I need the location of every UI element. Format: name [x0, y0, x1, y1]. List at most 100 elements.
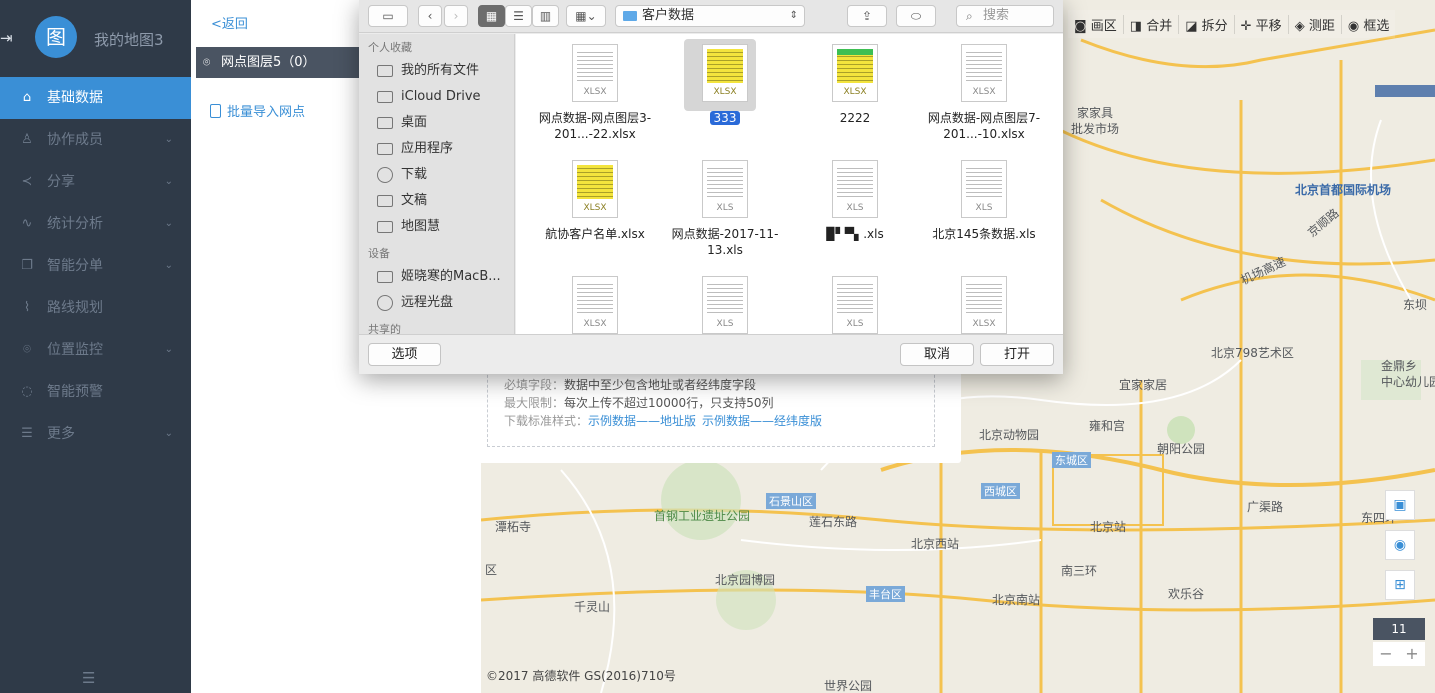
- spreadsheet-file-icon: XLSX: [961, 276, 1007, 334]
- file-item[interactable]: XLS 北京145条数据.xls: [919, 160, 1049, 242]
- sidebar-item-0[interactable]: ⌂ 基础数据: [0, 77, 191, 119]
- file-item[interactable]: XLSX 网点数据-网点图层3-201...-22.xlsx: [530, 44, 660, 142]
- options-button[interactable]: 选项: [368, 343, 441, 366]
- search-field[interactable]: ⌕ 搜索: [956, 5, 1054, 27]
- file-item[interactable]: XLS: [790, 276, 920, 334]
- thumbnail-preview: [966, 165, 1002, 199]
- devices-header: 设备: [368, 247, 390, 260]
- sidebar-item-5[interactable]: ⌇ 路线规划: [0, 287, 191, 329]
- download-icon: [377, 167, 393, 183]
- finder-item-6[interactable]: 地图慧: [359, 214, 514, 240]
- icon-view-button[interactable]: ▦: [478, 5, 505, 27]
- sidebar-item-7[interactable]: ◌ 智能预警: [0, 371, 191, 413]
- tool-icon: ◙: [1074, 18, 1091, 34]
- file-item[interactable]: XLS ▉▘▀▖.xls: [790, 160, 920, 242]
- toolbar-button-5[interactable]: ◉ 框选: [1342, 15, 1396, 34]
- finder-item-3[interactable]: 应用程序: [359, 136, 514, 162]
- file-name: 2222: [839, 111, 871, 125]
- toolbar-label: 合并: [1146, 18, 1173, 34]
- file-item[interactable]: XLSX 网点数据-网点图层7-201...-10.xlsx: [919, 44, 1049, 142]
- chevron-down-icon: ⌄: [164, 344, 173, 355]
- forward-button[interactable]: ›: [444, 5, 468, 27]
- toolbar-button-4[interactable]: ◈ 测距: [1289, 14, 1342, 34]
- finder-item-1[interactable]: 远程光盘: [359, 290, 514, 316]
- sidebar-item-8[interactable]: ☰ 更多 ⌄: [0, 413, 191, 455]
- finder-item-2[interactable]: 桌面: [359, 110, 514, 136]
- spreadsheet-file-icon: XLS: [832, 276, 878, 334]
- file-extension: XLS: [716, 203, 734, 213]
- map-label-fengtai: 丰台区: [866, 586, 905, 602]
- sidebar-item-4[interactable]: ❐ 智能分单 ⌄: [0, 245, 191, 287]
- group-menu-button[interactable]: ▦⌄: [566, 5, 606, 27]
- file-item[interactable]: XLSX: [530, 276, 660, 334]
- finder-item-0[interactable]: 我的所有文件: [359, 58, 514, 84]
- collapse-menu-icon[interactable]: ☰: [82, 669, 102, 687]
- chevron-down-icon: ⌄: [164, 176, 173, 187]
- column-view-button[interactable]: ▥: [532, 5, 559, 27]
- sidebar-item-label: 位置监控: [47, 342, 103, 358]
- location-icon: ⌾: [23, 342, 31, 357]
- finder-item-1[interactable]: iCloud Drive: [359, 84, 514, 110]
- save-icon[interactable]: ▣: [1385, 490, 1415, 520]
- sidebar-toggle-icon[interactable]: ▭: [368, 5, 408, 27]
- file-extension: XLSX: [972, 87, 996, 97]
- split-icon: ❐: [21, 258, 33, 273]
- finder-item-label: 文稿: [401, 193, 428, 208]
- sidebar-item-6[interactable]: ⌾ 位置监控 ⌄: [0, 329, 191, 371]
- back-link[interactable]: <返回: [211, 13, 248, 32]
- users-icon: ♙: [21, 132, 33, 147]
- path-label: 客户数据: [642, 8, 695, 23]
- cancel-button[interactable]: 取消: [900, 343, 974, 366]
- file-extension: XLS: [716, 319, 734, 329]
- share-icon[interactable]: ⇪: [847, 5, 887, 27]
- sample-address-link[interactable]: 示例数据——地址版: [588, 414, 696, 428]
- favorites-list: 我的所有文件 iCloud Drive 桌面 应用程序下载文稿地图慧: [359, 58, 514, 240]
- zoom-out-button[interactable]: −: [1373, 642, 1399, 666]
- file-name-wrap: 网点数据-网点图层7-201...-10.xlsx: [919, 110, 1049, 142]
- file-item[interactable]: XLSX: [919, 276, 1049, 334]
- file-item[interactable]: XLS 网点数据-2017-11-13.xls: [660, 160, 790, 258]
- bulk-import-button[interactable]: 批量导入网点: [210, 101, 305, 120]
- route-icon: ⌇: [23, 300, 31, 315]
- zoom-in-button[interactable]: +: [1399, 642, 1425, 666]
- thumbnail-preview: [707, 165, 743, 199]
- share-icon: ≺: [21, 174, 33, 189]
- file-name: 网点数据-网点图层7-201...-10.xlsx: [927, 111, 1041, 141]
- sidebar-item-label: 智能预警: [47, 384, 103, 400]
- exit-icon[interactable]: ⇥: [0, 29, 14, 47]
- toolbar-button-0[interactable]: ◙ 画区: [1068, 14, 1124, 34]
- file-item[interactable]: XLSX 航协客户名单.xlsx: [530, 160, 660, 242]
- finder-item-label: 下载: [401, 167, 428, 182]
- sidebar-item-3[interactable]: ∿ 统计分析 ⌄: [0, 203, 191, 245]
- import-dialog: 必填字段：数据中至少包含地址或者经纬度字段 最大限制：每次上传不超过10000行…: [461, 360, 961, 463]
- finder-item-5[interactable]: 文稿: [359, 188, 514, 214]
- fullscreen-icon[interactable]: ⊞: [1385, 570, 1415, 600]
- open-button[interactable]: 打开: [980, 343, 1054, 366]
- file-item[interactable]: XLSX 333: [660, 39, 790, 126]
- toolbar-button-3[interactable]: ✛ 平移: [1235, 14, 1289, 34]
- sample-latlng-link[interactable]: 示例数据——经纬度版: [702, 414, 822, 428]
- sidebar-item-label: 更多: [47, 426, 75, 442]
- download-row: 下载标准样式：示例数据——地址版 示例数据——经纬度版: [504, 414, 823, 428]
- toolbar-button-1[interactable]: ◨ 合并: [1124, 14, 1180, 34]
- sidebar-item-2[interactable]: ≺ 分享 ⌄: [0, 161, 191, 203]
- finder-item-4[interactable]: 下载: [359, 162, 514, 188]
- sidebar-nav: ⌂ 基础数据 ♙ 协作成员 ⌄ ≺ 分享 ⌄ ∿ 统计分析 ⌄ ❐ 智能分单 ⌄ ⌇ 路线规划 ⌾ 位置监控 ⌄ ◌ 智…: [0, 77, 191, 455]
- finder-item-0[interactable]: 姬晓寒的MacB...: [359, 264, 514, 290]
- spreadsheet-file-icon: XLSX: [572, 44, 618, 102]
- desktop-icon: [377, 117, 393, 129]
- chevron-down-icon: ⌄: [164, 218, 173, 229]
- map-label-yonghe: 雍和宫: [1089, 419, 1126, 433]
- sidebar-item-1[interactable]: ♙ 协作成员 ⌄: [0, 119, 191, 161]
- path-selector[interactable]: 客户数据 ⇕: [615, 5, 805, 27]
- chart-icon: ∿: [21, 216, 33, 231]
- list-view-button[interactable]: ☰: [505, 5, 532, 27]
- tag-icon[interactable]: ⬭: [896, 5, 936, 27]
- file-item[interactable]: XLS: [660, 276, 790, 334]
- map-label-tanzhe: 潭柘寺: [495, 520, 532, 534]
- sidebar-item-label: 基础数据: [47, 90, 103, 106]
- eye-icon[interactable]: ◉: [1385, 530, 1415, 560]
- file-item[interactable]: XLSX 2222: [790, 44, 920, 126]
- toolbar-button-2[interactable]: ◪ 拆分: [1179, 14, 1235, 34]
- back-button[interactable]: ‹: [418, 5, 442, 27]
